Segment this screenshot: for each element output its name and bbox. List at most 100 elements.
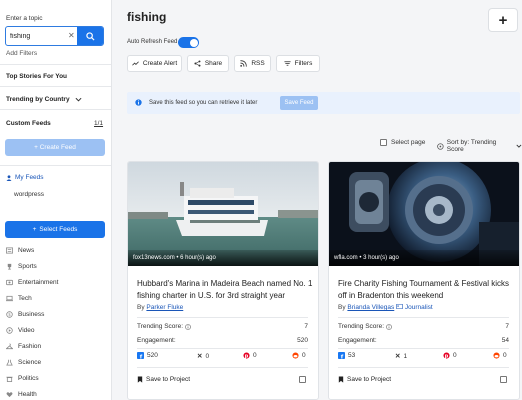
coin-icon: $ bbox=[6, 311, 13, 318]
category-label: Entertainment bbox=[18, 279, 59, 286]
x-icon: ✕ bbox=[197, 353, 203, 360]
bookmark-icon bbox=[338, 376, 344, 383]
svg-text:p: p bbox=[445, 355, 449, 359]
facebook-count: f 53 bbox=[338, 352, 355, 359]
info-icon[interactable] bbox=[185, 323, 191, 330]
category-video[interactable]: Video bbox=[6, 327, 35, 334]
article-card[interactable]: wfla.com • 3 hour(s) ago Fire Charity Fi… bbox=[328, 161, 520, 400]
pinterest-count: p 0 bbox=[443, 352, 457, 359]
select-page-control[interactable]: Select page bbox=[380, 139, 425, 146]
save-feed-banner: Save this feed so you can retrieve it la… bbox=[127, 92, 520, 114]
article-image[interactable]: fox13news.com • 6 hour(s) ago bbox=[128, 162, 318, 266]
filters-button[interactable]: Filters bbox=[276, 55, 320, 72]
x-count: ✕ 1 bbox=[395, 352, 408, 361]
svg-text:p: p bbox=[245, 355, 249, 359]
author-link[interactable]: Brianda Villegas bbox=[347, 304, 394, 311]
select-feeds-label: Select Feeds bbox=[39, 226, 78, 233]
add-button[interactable]: + bbox=[488, 8, 518, 32]
author-link[interactable]: Parker Fluke bbox=[146, 304, 183, 311]
topic-search-field[interactable]: ✕ bbox=[5, 26, 104, 46]
my-feeds-link[interactable]: My Feeds bbox=[6, 174, 44, 181]
trend-icon bbox=[131, 61, 139, 66]
podium-icon bbox=[6, 376, 13, 382]
engagement-value: 520 bbox=[297, 337, 308, 344]
bookmark-icon bbox=[137, 376, 143, 383]
clear-icon[interactable]: ✕ bbox=[68, 31, 75, 40]
category-label: Sports bbox=[18, 263, 37, 270]
film-icon bbox=[6, 279, 13, 286]
reddit-value: 0 bbox=[302, 352, 306, 359]
top-stories-link[interactable]: Top Stories For You bbox=[6, 73, 67, 80]
article-source: fox13news.com • 6 hour(s) ago bbox=[128, 250, 318, 266]
category-business[interactable]: $ Business bbox=[6, 311, 44, 318]
auto-refresh-toggle[interactable] bbox=[178, 37, 199, 48]
filter-icon bbox=[284, 61, 291, 66]
category-label: Politics bbox=[18, 375, 39, 382]
trending-score-label: Trending Score: bbox=[137, 323, 184, 330]
search-button[interactable] bbox=[77, 27, 103, 45]
create-feed-button[interactable]: + Create Feed bbox=[5, 139, 105, 156]
custom-feeds-label: Custom Feeds bbox=[6, 120, 51, 127]
article-title[interactable]: Fire Charity Fishing Tournament & Festiv… bbox=[338, 278, 514, 302]
share-icon bbox=[194, 60, 201, 67]
add-filters-link[interactable]: Add Filters bbox=[6, 50, 37, 57]
engagement-value: 54 bbox=[501, 337, 509, 344]
topic-label: Enter a topic bbox=[6, 15, 43, 22]
x-value: 1 bbox=[403, 352, 408, 360]
trending-by-country-dropdown[interactable]: Trending by Country bbox=[6, 96, 82, 103]
category-label: Tech bbox=[18, 295, 32, 302]
create-alert-button[interactable]: Create Alert bbox=[127, 55, 182, 72]
topic-search-input[interactable] bbox=[10, 30, 70, 43]
hanger-icon bbox=[6, 343, 13, 350]
category-politics[interactable]: Politics bbox=[6, 375, 39, 382]
chevron-down-icon bbox=[75, 97, 82, 102]
category-label: Health bbox=[18, 391, 37, 398]
x-count: ✕ 0 bbox=[197, 352, 210, 361]
category-news[interactable]: News bbox=[6, 247, 34, 254]
category-entertainment[interactable]: Entertainment bbox=[6, 279, 58, 286]
select-article-checkbox[interactable] bbox=[500, 376, 507, 383]
feed-item-wordpress[interactable]: wordpress bbox=[14, 191, 44, 198]
article-title[interactable]: Hubbard's Marina in Madeira Beach named … bbox=[137, 278, 313, 302]
divider bbox=[0, 165, 111, 166]
save-to-project[interactable]: Save to Project bbox=[137, 376, 190, 383]
rss-label: RSS bbox=[251, 60, 265, 67]
byline-prefix: By bbox=[338, 304, 346, 311]
x-icon: ✕ bbox=[395, 353, 401, 360]
plus-icon: + bbox=[32, 226, 37, 233]
save-to-project[interactable]: Save to Project bbox=[338, 376, 391, 383]
select-feeds-button[interactable]: + Select Feeds bbox=[5, 221, 105, 238]
x-value: 0 bbox=[205, 352, 210, 360]
engagement-label: Engagement: bbox=[137, 337, 176, 344]
divider bbox=[338, 367, 509, 368]
share-label: Share bbox=[204, 60, 223, 67]
article-card[interactable]: fox13news.com • 6 hour(s) ago Hubbard's … bbox=[127, 161, 319, 400]
article-image[interactable]: wfla.com • 3 hour(s) ago bbox=[329, 162, 519, 266]
divider bbox=[0, 109, 111, 110]
rss-button[interactable]: RSS bbox=[234, 55, 271, 72]
category-tech[interactable]: Tech bbox=[6, 295, 32, 302]
share-button[interactable]: Share bbox=[187, 55, 229, 72]
category-sports[interactable]: Sports bbox=[6, 263, 37, 270]
sidebar: Enter a topic ✕ Add Filters Top Stories … bbox=[0, 0, 112, 400]
info-icon[interactable] bbox=[386, 323, 392, 330]
save-feed-button[interactable]: Save Feed bbox=[280, 96, 318, 110]
select-article-checkbox[interactable] bbox=[299, 376, 306, 383]
category-science[interactable]: Science bbox=[6, 359, 41, 366]
facebook-icon: f bbox=[338, 352, 345, 359]
save-to-project-label: Save to Project bbox=[146, 376, 191, 383]
category-health[interactable]: Health bbox=[6, 391, 37, 398]
toggle-knob bbox=[189, 38, 198, 47]
sort-by-dropdown[interactable]: Sort by: Trending Score bbox=[437, 139, 522, 153]
rss-icon bbox=[240, 60, 248, 67]
select-page-checkbox[interactable] bbox=[380, 139, 387, 146]
facebook-value: 520 bbox=[147, 352, 158, 359]
divider bbox=[137, 317, 308, 318]
reddit-icon bbox=[292, 352, 299, 359]
create-alert-label: Create Alert bbox=[142, 60, 178, 67]
reddit-icon bbox=[493, 352, 500, 359]
pinterest-value: 0 bbox=[253, 352, 257, 359]
category-fashion[interactable]: Fashion bbox=[6, 343, 41, 350]
pinterest-value: 0 bbox=[453, 352, 457, 359]
category-label: Science bbox=[18, 359, 42, 366]
